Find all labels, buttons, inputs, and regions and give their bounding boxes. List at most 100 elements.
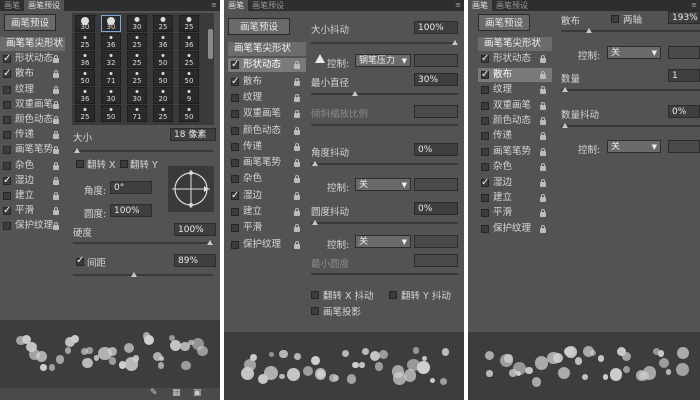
sidebar-item[interactable]: 双重画笔 — [228, 107, 306, 121]
control-dropdown[interactable]: 关 ▼ — [607, 46, 661, 59]
lock-icon[interactable] — [294, 224, 300, 233]
sidebar-item-checkbox[interactable] — [3, 131, 11, 140]
brush-tip-item[interactable]: 71 — [101, 69, 121, 86]
lock-icon[interactable] — [294, 93, 300, 102]
panel-menu-icon[interactable]: ≡ — [211, 1, 217, 9]
sidebar-item-checkbox[interactable] — [481, 194, 489, 202]
sidebar-item[interactable]: 散布 — [0, 67, 65, 81]
sidebar-item[interactable]: 平滑 — [0, 204, 65, 218]
sidebar-item-checkbox[interactable] — [231, 93, 239, 102]
sidebar-item-checkbox[interactable] — [481, 176, 489, 190]
tab-brush[interactable]: 画笔 — [0, 0, 24, 11]
lock-icon[interactable] — [53, 207, 59, 216]
hardness-slider-thumb[interactable] — [207, 240, 213, 245]
sidebar-item-checkbox[interactable] — [481, 52, 489, 66]
sidebar-item-checkbox[interactable] — [481, 68, 489, 82]
brush-tip-item[interactable]: 36 — [179, 33, 199, 50]
tab-brush-presets[interactable]: 画笔预设 — [24, 0, 64, 11]
size-jitter-slider-thumb[interactable] — [452, 40, 458, 45]
angle-control-extra-field[interactable] — [414, 178, 458, 191]
lock-icon[interactable] — [540, 178, 546, 187]
brush-tip-item[interactable]: 30 — [75, 15, 95, 32]
lock-icon[interactable] — [540, 86, 546, 95]
sidebar-item[interactable]: 纹理 — [228, 91, 306, 105]
flip-x-jitter-checkbox[interactable] — [311, 291, 319, 299]
sidebar-item[interactable]: 画笔笔势 — [478, 145, 552, 159]
sidebar-item-checkbox[interactable] — [231, 110, 239, 119]
sidebar-item[interactable]: 保护纹理 — [228, 238, 306, 252]
sidebar-item[interactable]: 形状动态 — [0, 52, 65, 66]
spacing-checkbox[interactable] — [76, 255, 84, 266]
sidebar-item[interactable]: 双重画笔 — [0, 98, 65, 112]
lock-icon[interactable] — [540, 209, 546, 218]
tab-brush[interactable]: 画笔 — [224, 0, 248, 11]
grid-icon[interactable]: ▦ — [172, 388, 181, 398]
sidebar-item[interactable]: 杂色 — [0, 159, 65, 173]
angle-jitter-slider-thumb[interactable] — [312, 161, 318, 166]
size-jitter-slider[interactable] — [311, 42, 458, 44]
flip-x-checkbox[interactable] — [76, 160, 84, 168]
brush-tip-item[interactable]: 30 — [101, 15, 121, 32]
sidebar-item-checkbox[interactable] — [231, 189, 239, 203]
sidebar-item-checkbox[interactable] — [481, 224, 489, 233]
tab-brush[interactable]: 画笔 — [468, 0, 492, 11]
angle-jitter-slider[interactable] — [311, 163, 458, 165]
lock-icon[interactable] — [294, 126, 300, 135]
sidebar-item-checkbox[interactable] — [481, 147, 489, 156]
sidebar-item-checkbox[interactable] — [231, 58, 239, 72]
sidebar-item-checkbox[interactable] — [3, 67, 11, 81]
sidebar-item-checkbox[interactable] — [481, 86, 489, 95]
sidebar-item-checkbox[interactable] — [231, 208, 239, 216]
angle-roundness-widget[interactable] — [168, 166, 214, 212]
count-jitter-field[interactable]: 0% — [668, 105, 700, 118]
sidebar-item[interactable]: 平滑 — [478, 206, 552, 220]
sidebar-item-checkbox[interactable] — [481, 101, 489, 110]
tab-brush-presets[interactable]: 画笔预设 — [492, 0, 532, 11]
angle-field[interactable]: 0° — [110, 181, 152, 194]
hardness-slider[interactable] — [73, 242, 213, 244]
sidebar-item[interactable]: 建立 — [228, 205, 306, 219]
sidebar-item-checkbox[interactable] — [231, 142, 239, 151]
lock-icon[interactable] — [540, 163, 546, 172]
sidebar-item-checkbox[interactable] — [231, 126, 239, 135]
brush-tip-item[interactable]: 25 — [127, 51, 147, 68]
brush-tip-item[interactable]: 25 — [153, 105, 173, 122]
lock-icon[interactable] — [53, 131, 59, 140]
roundness-jitter-slider-thumb[interactable] — [312, 220, 318, 225]
brush-tip-item[interactable]: 20 — [153, 87, 173, 104]
spacing-slider-thumb[interactable] — [131, 272, 137, 277]
brush-tip-item[interactable]: 36 — [101, 33, 121, 50]
lock-icon[interactable] — [294, 191, 300, 200]
brush-tip-item[interactable]: 30 — [127, 87, 147, 104]
count-slider[interactable] — [561, 89, 700, 91]
brush-tip-item[interactable]: 30 — [101, 87, 121, 104]
brush-tip-item[interactable]: 25 — [75, 33, 95, 50]
lock-icon[interactable] — [294, 240, 300, 249]
lock-icon[interactable] — [540, 55, 546, 64]
size-jitter-field[interactable]: 100% — [414, 21, 458, 34]
control-dropdown[interactable]: 钢笔压力 ▼ — [355, 54, 411, 67]
brush-tip-item[interactable]: 30 — [127, 15, 147, 32]
lock-icon[interactable] — [53, 222, 59, 231]
lock-icon[interactable] — [294, 208, 300, 216]
sidebar-item-checkbox[interactable] — [231, 75, 239, 89]
sidebar-item[interactable]: 建立 — [0, 189, 65, 203]
brush-projection-checkbox[interactable] — [311, 307, 319, 315]
min-diameter-slider-thumb[interactable] — [352, 91, 358, 96]
new-brush-icon[interactable]: ▣ — [193, 388, 202, 398]
sidebar-item[interactable]: 双重画笔 — [478, 99, 552, 113]
brush-tip-item[interactable]: 50 — [153, 69, 173, 86]
sidebar-item[interactable]: 纹理 — [478, 83, 552, 97]
sidebar-item-tip-shape[interactable]: 画笔笔尖形状 — [478, 37, 552, 51]
angle-jitter-field[interactable]: 0% — [414, 143, 458, 156]
tab-brush-presets[interactable]: 画笔预设 — [248, 0, 288, 11]
sidebar-item-tip-shape[interactable]: 画笔笔尖形状 — [228, 42, 306, 56]
brush-tip-item[interactable]: 36 — [75, 51, 95, 68]
brush-tip-item[interactable]: 50 — [101, 105, 121, 122]
sidebar-item-checkbox[interactable] — [231, 175, 239, 184]
roundness-jitter-slider[interactable] — [311, 222, 458, 224]
lock-icon[interactable] — [540, 117, 546, 125]
count-jitter-slider-thumb[interactable] — [562, 123, 568, 128]
size-field[interactable]: 18 像素 — [170, 128, 216, 141]
sidebar-item-tip-shape[interactable]: 画笔笔尖形状 — [0, 37, 65, 51]
